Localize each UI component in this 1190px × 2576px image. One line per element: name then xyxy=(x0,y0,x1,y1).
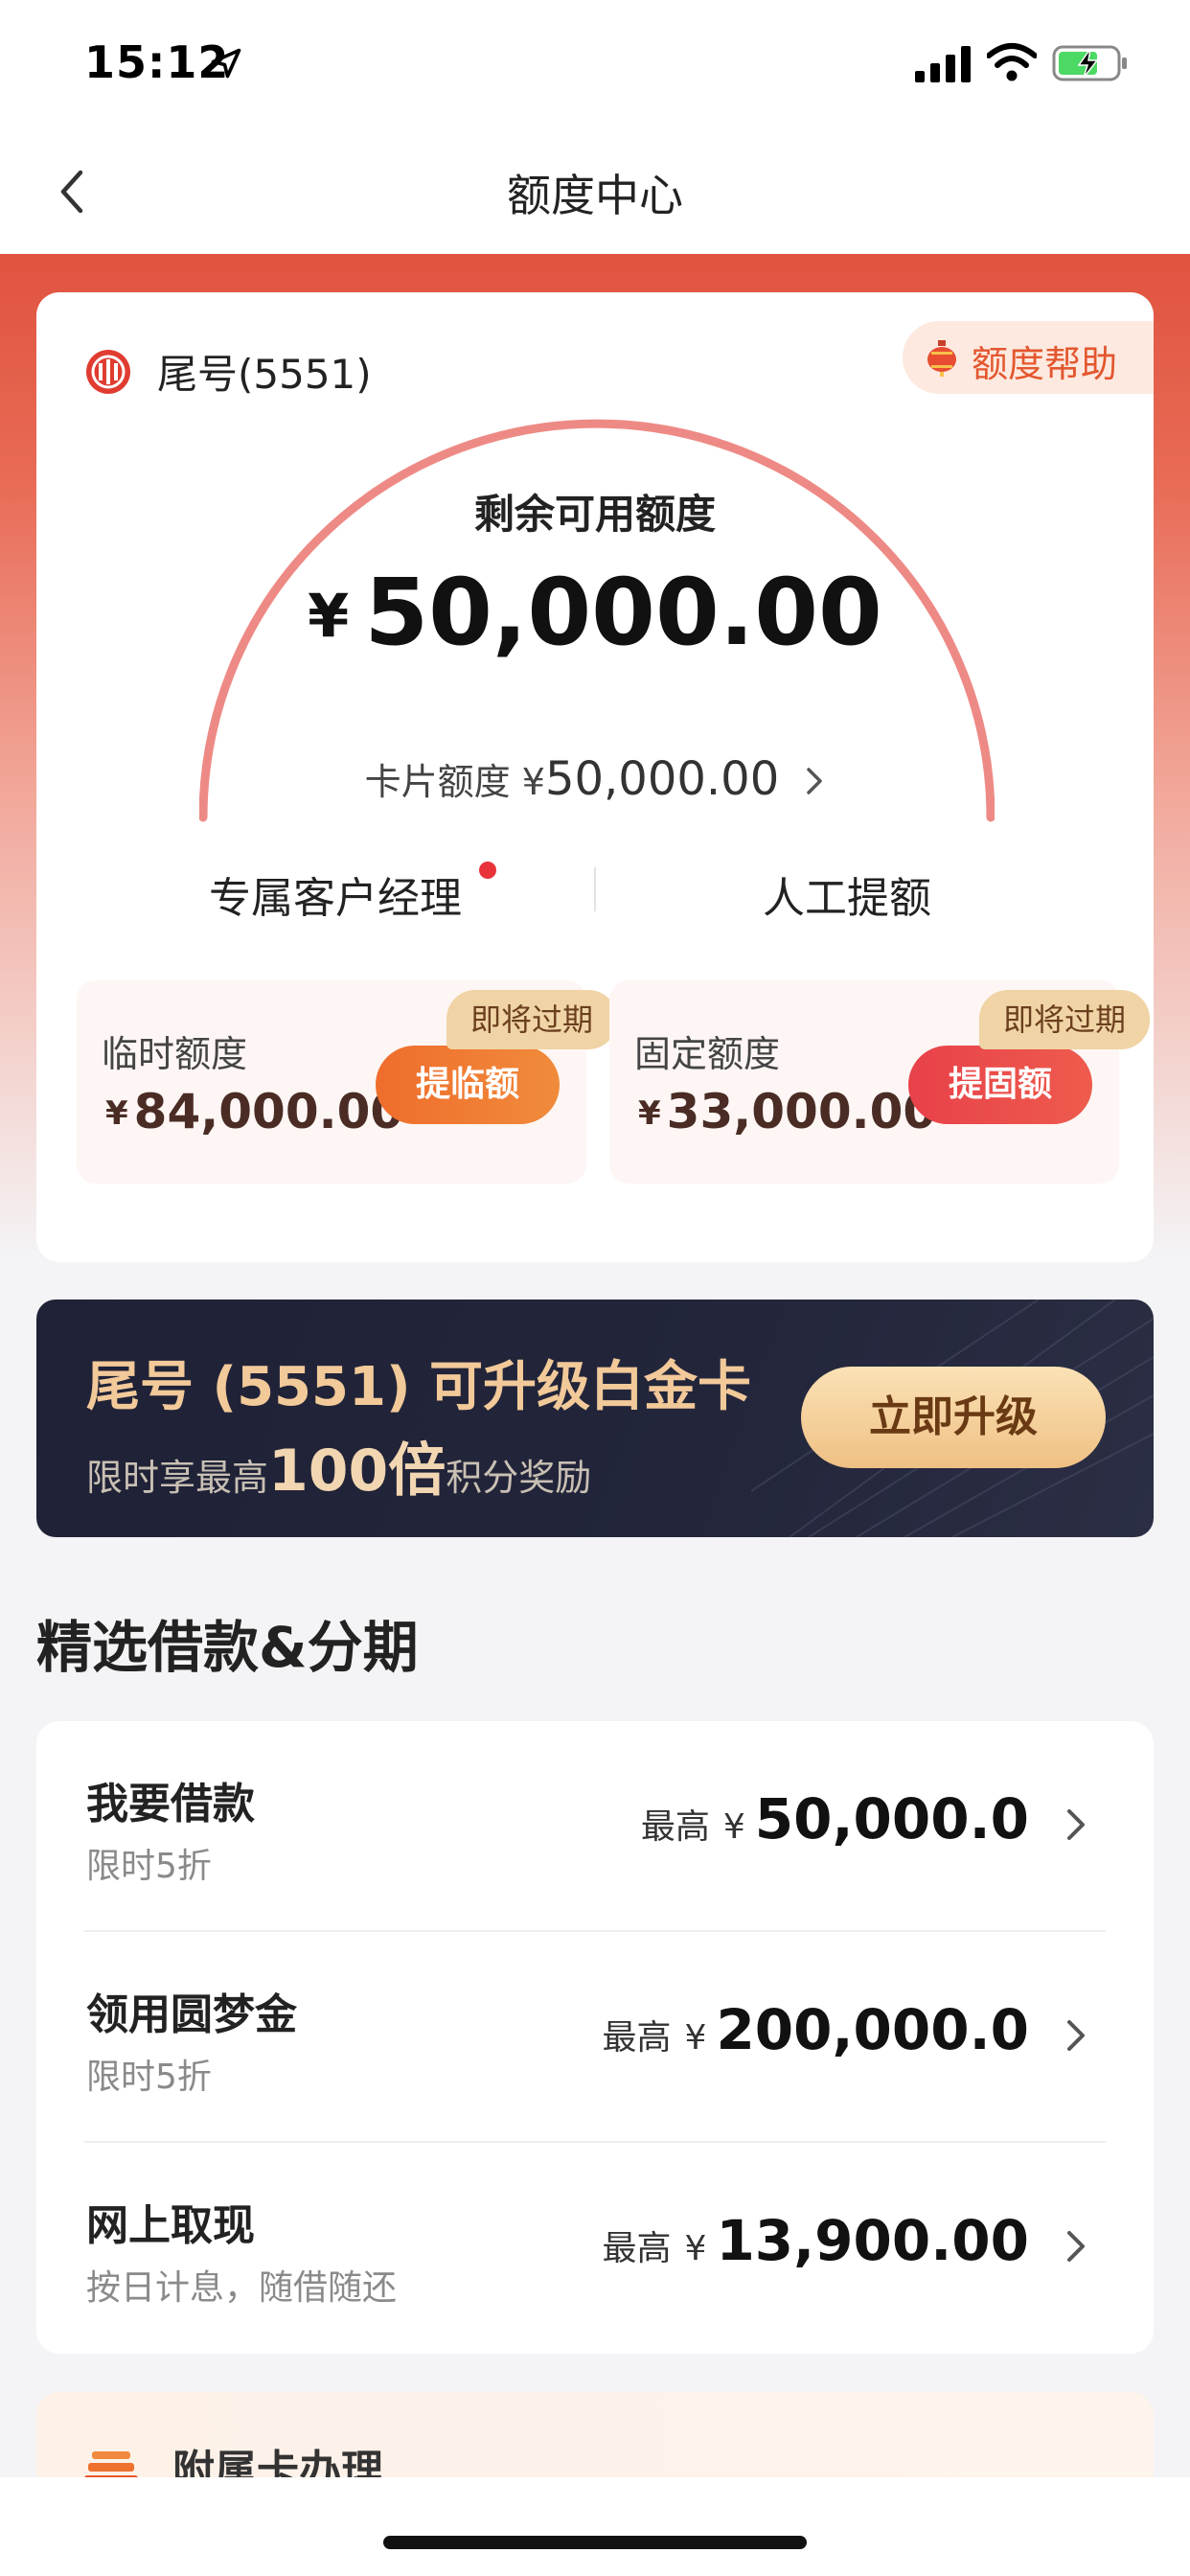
loan-desc: 限时5折 xyxy=(86,2058,212,2097)
loan-name: 网上取现 xyxy=(86,2201,255,2250)
remaining-quota-value: ¥50,000.00 xyxy=(36,559,1154,666)
status-time: 15:12 xyxy=(84,36,230,88)
loan-prefix: 最高 xyxy=(640,1807,710,1847)
remaining-quota-label: 剩余可用额度 xyxy=(473,491,716,538)
chevron-right-icon xyxy=(1067,2020,1085,2051)
quota-help-button[interactable]: 额度帮助 xyxy=(903,321,1154,394)
screen: 15:12 额度中心 尾号(5551) 额度帮助 剩余可用额度 ¥ 50,000… xyxy=(0,0,1190,2576)
section-title: 精选借款&分期 xyxy=(36,1615,419,1680)
temporary-quota-value: ¥84,000.00 xyxy=(105,1084,403,1139)
card-limit-link[interactable]: 卡片额度 ¥50,000.00 xyxy=(36,752,1154,806)
manual-increase-button[interactable]: 人工提额 xyxy=(763,863,931,925)
loan-name: 我要借款 xyxy=(86,1780,255,1828)
upgrade-sub-prefix: 限时享最高 xyxy=(86,1457,269,1499)
loan-item-dream-fund[interactable]: 领用圆梦金 限时5折 最高 ¥200,000.0 xyxy=(36,1932,1154,2143)
temporary-quota-title: 临时额度 xyxy=(102,1033,248,1075)
loan-value: 13,900.00 xyxy=(716,2208,1029,2273)
cellular-signal-icon xyxy=(915,46,971,82)
loan-currency: ¥ xyxy=(722,1807,745,1847)
temporary-currency: ¥ xyxy=(105,1094,128,1133)
upgrade-subtitle: 限时享最高100倍积分奖励 xyxy=(86,1424,591,1507)
status-bar: 15:12 xyxy=(0,0,1190,134)
loan-value: 200,000.0 xyxy=(716,1997,1029,2062)
card-tail-number: 尾号(5551) xyxy=(157,351,372,398)
wifi-icon xyxy=(987,43,1037,81)
battery-charging-icon xyxy=(1052,45,1127,81)
loan-prefix: 最高 xyxy=(602,2018,672,2058)
loan-item-cash-withdrawal[interactable]: 网上取现 按日计息，随借随还 最高 ¥13,900.00 xyxy=(36,2143,1154,2354)
chevron-right-icon xyxy=(1067,2231,1085,2262)
nav-bar: 额度中心 xyxy=(0,134,1190,254)
divider xyxy=(594,867,596,911)
expiring-tag: 即将过期 xyxy=(446,990,617,1049)
lantern-icon xyxy=(927,340,956,377)
loan-currency: ¥ xyxy=(684,2229,707,2268)
loan-amount: 最高 ¥50,000.0 xyxy=(641,1786,1029,1852)
remaining-currency: ¥ xyxy=(308,581,350,651)
quota-card: 尾号(5551) 额度帮助 剩余可用额度 ¥50,000.00 卡片额度 ¥50… xyxy=(36,292,1154,1262)
page-title: 额度中心 xyxy=(507,170,683,221)
quota-actions: 专属客户经理 人工提额 xyxy=(36,846,1154,942)
loan-currency: ¥ xyxy=(684,2018,707,2058)
platinum-upgrade-banner[interactable]: 尾号 (5551) 可升级白金卡 限时享最高100倍积分奖励 立即升级 xyxy=(36,1300,1154,1537)
fixed-quota-title: 固定额度 xyxy=(634,1033,781,1075)
temporary-amount: 84,000.00 xyxy=(133,1084,404,1139)
fixed-quota-card: 固定额度 ¥33,000.00 提固额 即将过期 xyxy=(609,980,1150,1184)
loan-amount: 最高 ¥13,900.00 xyxy=(603,2208,1029,2273)
upgrade-title: 尾号 (5551) 可升级白金卡 xyxy=(86,1356,752,1418)
fixed-currency: ¥ xyxy=(638,1094,661,1133)
expiring-tag: 即将过期 xyxy=(979,990,1150,1049)
loan-item-borrow[interactable]: 我要借款 限时5折 最高 ¥50,000.0 xyxy=(36,1721,1154,1932)
upgrade-sub-highlight: 100倍 xyxy=(268,1438,446,1505)
loan-prefix: 最高 xyxy=(602,2229,672,2268)
fixed-quota-value: ¥33,000.00 xyxy=(638,1084,936,1139)
loan-amount: 最高 ¥200,000.0 xyxy=(603,1997,1029,2062)
temporary-quota-card: 临时额度 ¥84,000.00 提临额 即将过期 xyxy=(77,980,617,1184)
raise-fixed-button[interactable]: 提固额 xyxy=(908,1046,1092,1124)
exclusive-manager-button[interactable]: 专属客户经理 xyxy=(209,863,462,925)
loan-value: 50,000.0 xyxy=(754,1786,1029,1852)
raise-temporary-button[interactable]: 提临额 xyxy=(376,1046,560,1124)
fixed-amount: 33,000.00 xyxy=(666,1084,937,1139)
loan-desc: 按日计息，随借随还 xyxy=(86,2268,398,2308)
notification-dot xyxy=(479,862,496,879)
bank-logo-icon xyxy=(86,350,130,394)
loan-name: 领用圆梦金 xyxy=(86,1990,297,2039)
chevron-right-icon xyxy=(807,768,823,794)
loan-desc: 限时5折 xyxy=(86,1847,212,1886)
remaining-amount: 50,000.00 xyxy=(364,559,882,666)
upgrade-now-button[interactable]: 立即升级 xyxy=(801,1367,1106,1468)
home-indicator-area xyxy=(0,2477,1190,2576)
quota-help-label: 额度帮助 xyxy=(972,343,1118,385)
location-arrow-icon xyxy=(211,48,241,79)
card-limit-label: 卡片额度 ¥ xyxy=(364,761,545,803)
home-indicator[interactable] xyxy=(383,2536,807,2549)
loan-list: 我要借款 限时5折 最高 ¥50,000.0 领用圆梦金 限时5折 最高 ¥200,… xyxy=(36,1721,1154,2354)
upgrade-sub-suffix: 积分奖励 xyxy=(446,1457,592,1499)
chevron-right-icon xyxy=(1067,1809,1085,1840)
card-limit-value: 50,000.00 xyxy=(544,752,780,806)
